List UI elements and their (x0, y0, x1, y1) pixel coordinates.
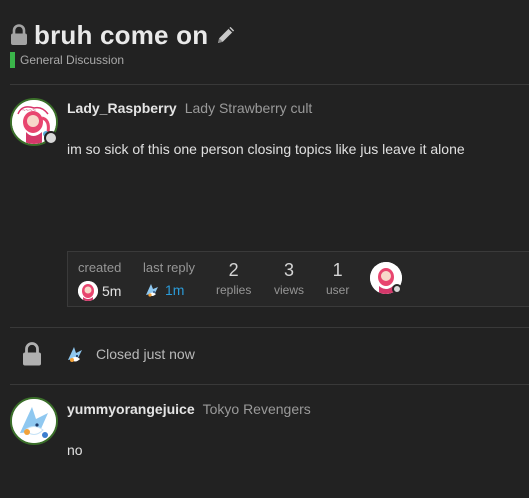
users-stat: 1 user (326, 260, 349, 297)
user-status-badge (44, 131, 58, 145)
title-divider (10, 84, 529, 85)
replies-count: 2 (228, 260, 239, 280)
lock-icon (11, 24, 27, 45)
topic-map: created 5m last reply 1m 2 replies 3 vie… (67, 251, 529, 307)
participant-status-badge (392, 284, 402, 294)
users-count: 1 (332, 260, 343, 280)
replies-label: replies (216, 283, 252, 297)
views-count: 3 (284, 260, 295, 280)
views-stat: 3 views (274, 260, 304, 297)
topic-page: bruh come on General Discussion ~~~~ Lad… (0, 0, 529, 498)
last-reply-time[interactable]: 1m (165, 282, 184, 298)
created-label: created (78, 260, 122, 275)
last-reply-label: last reply (143, 260, 196, 275)
post1-divider (10, 327, 529, 328)
category-label: General Discussion (20, 53, 125, 67)
post2-user-title: Tokyo Revengers (202, 401, 311, 417)
category-badge[interactable]: General Discussion (10, 51, 124, 69)
post1-header: Lady_Raspberry Lady Strawberry cult (67, 100, 312, 116)
post2-body: no (67, 442, 83, 458)
topic-title[interactable]: bruh come on (34, 20, 208, 51)
orangejuice-avatar-art (12, 399, 56, 443)
users-label: user (326, 283, 350, 297)
views-label: views (274, 283, 305, 297)
post1-body: im so sick of this one person closing to… (67, 141, 465, 157)
closer-mini-avatar[interactable] (64, 343, 86, 365)
created-stat[interactable]: created 5m (78, 260, 121, 301)
edit-pencil-icon[interactable] (215, 24, 237, 46)
last-reply-stat[interactable]: last reply 1m (143, 260, 195, 299)
closed-small-action: Closed just now (22, 342, 195, 366)
small-action-divider (10, 384, 529, 385)
created-time: 5m (102, 283, 122, 299)
category-color-bar (10, 52, 15, 68)
replies-stat: 2 replies (216, 260, 251, 297)
creator-mini-avatar (78, 281, 98, 301)
closed-lock-icon (23, 342, 41, 366)
topic-title-row: bruh come on (10, 18, 237, 52)
post2-username[interactable]: yummyorangejuice (67, 401, 195, 417)
post2-header: yummyorangejuice Tokyo Revengers (67, 401, 311, 417)
avatar-yummyorangejuice[interactable] (10, 397, 58, 445)
post1-username[interactable]: Lady_Raspberry (67, 100, 177, 116)
closed-status-text: Closed just now (96, 346, 195, 362)
last-replier-mini-avatar (146, 284, 158, 297)
post1-user-title: Lady Strawberry cult (184, 100, 313, 116)
